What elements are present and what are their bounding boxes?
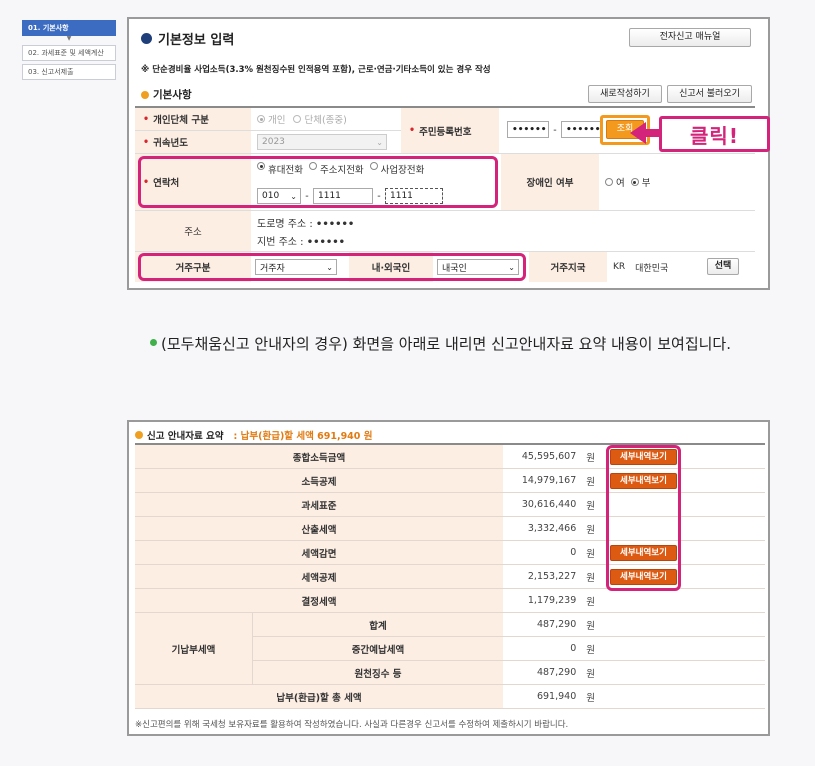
summary-title: 신고 안내자료 요약 : 납부(환급)할 세액 691,940 원 bbox=[135, 428, 372, 442]
nation-select[interactable]: 내국인 ⌄ bbox=[437, 259, 519, 275]
radio-disabled-no[interactable] bbox=[630, 178, 639, 186]
type-radio-group: 개인 단체(종중) bbox=[251, 108, 401, 130]
table-row: 원천징수 등 487,290 원 bbox=[253, 661, 765, 685]
table-row: 결정세액 1,179,239 원 bbox=[135, 589, 765, 613]
group-label: 기납부세액 bbox=[135, 613, 253, 684]
section-title-text: 기본사항 bbox=[153, 89, 192, 101]
phone-last-input[interactable]: 1111 bbox=[385, 188, 443, 204]
new-write-button[interactable]: 새로작성하기 bbox=[588, 85, 662, 103]
summary-total: : 납부(환급)할 세액 691,940 원 bbox=[233, 431, 373, 442]
table-row: 과세표준 30,616,440 원 bbox=[135, 493, 765, 517]
summary-table: 종합소득금액 45,595,607 원 세부내역보기 소득공제 14,979,16… bbox=[135, 443, 765, 709]
detail-button[interactable]: 세부내역보기 bbox=[610, 545, 677, 561]
bullet-circle-icon bbox=[135, 431, 143, 439]
table-row: 산출세액 3,332,466 원 bbox=[135, 517, 765, 541]
radio-business-phone[interactable] bbox=[369, 162, 378, 170]
radio-disabled-yes[interactable] bbox=[605, 178, 613, 186]
address-block: 도로명 주소 : •••••• 지번 주소 : •••••• bbox=[251, 211, 755, 251]
ssn-front-input[interactable]: •••••• bbox=[507, 121, 549, 138]
table-row: 세액감면 0원 세부내역보기 bbox=[135, 541, 765, 565]
bullet-dot-icon bbox=[150, 339, 157, 346]
table-row: 소득공제 14,979,167 원 세부내역보기 bbox=[135, 469, 765, 493]
arrow-left-icon bbox=[630, 122, 646, 144]
table-row: 납부(환급)할 총 세액 691,940 원 bbox=[135, 685, 765, 709]
notice-text: ※ 단순경비율 사업소득(3.3% 원천징수된 인적용역 포함), 근로·연금·… bbox=[141, 65, 491, 75]
table-row: 세액공제 2,153,227 원 세부내역보기 bbox=[135, 565, 765, 589]
chevron-down-icon: ▼ bbox=[66, 35, 72, 42]
detail-button[interactable]: 세부내역보기 bbox=[610, 449, 677, 465]
phone-middle-input[interactable]: 1111 bbox=[313, 188, 373, 204]
bullet-circle-icon bbox=[141, 33, 152, 44]
ssn-back-input[interactable]: •••••• bbox=[561, 121, 603, 138]
detail-button[interactable]: 세부내역보기 bbox=[610, 473, 677, 489]
year-label: • 귀속년도 bbox=[135, 131, 251, 153]
nation-label: 내·외국인 bbox=[349, 252, 433, 282]
type-label: • 개인단체 구분 bbox=[135, 108, 251, 130]
contact-label: • 연락처 bbox=[135, 154, 251, 210]
radio-individual[interactable] bbox=[257, 115, 265, 123]
ssn-label: • 주민등록번호 bbox=[401, 108, 499, 153]
bullet-circle-icon bbox=[141, 90, 149, 99]
panel-title-text: 기본정보 입력 bbox=[158, 33, 235, 48]
basic-info-panel: 기본정보 입력 전자신고 매뉴얼 ※ 단순경비율 사업소득(3.3% 원천징수된… bbox=[127, 17, 770, 290]
table-row: 중간예납세액 0원 bbox=[253, 637, 765, 661]
load-return-button[interactable]: 신고서 불러오기 bbox=[667, 85, 752, 103]
residence-label: 거주구분 bbox=[135, 252, 251, 282]
disabled-radio-group: 여 부 bbox=[599, 154, 755, 210]
step-navigation: 01. 기본사항 ▼ 02. 과세표준 및 세액계산 03. 신고서제출 bbox=[22, 20, 116, 83]
step-submit[interactable]: 03. 신고서제출 bbox=[22, 64, 116, 80]
guide-text: (모두채움신고 안내자의 경우) 화면을 아래로 내리면 신고안내자료 요약 내… bbox=[161, 335, 731, 353]
country-select-button[interactable]: 선택 bbox=[707, 258, 739, 275]
radio-mobile[interactable] bbox=[257, 162, 265, 170]
address-label: 주소 bbox=[135, 211, 251, 251]
guide-paragraph: (모두채움신고 안내자의 경우) 화면을 아래로 내리면 신고안내자료 요약 내… bbox=[150, 330, 780, 358]
footnote: ※신고편의를 위해 국세청 보유자료를 활용하여 작성하였습니다. 사실과 다른… bbox=[135, 720, 569, 730]
radio-group-entity[interactable] bbox=[293, 115, 302, 123]
detail-button[interactable]: 세부내역보기 bbox=[610, 569, 677, 585]
section-title: 기본사항 bbox=[141, 87, 192, 102]
summary-panel: 신고 안내자료 요약 : 납부(환급)할 세액 691,940 원 종합소득금액… bbox=[127, 420, 770, 736]
disabled-label: 장애인 여부 bbox=[501, 154, 599, 210]
year-select[interactable]: 2023 ⌄ bbox=[257, 134, 387, 150]
manual-button[interactable]: 전자신고 매뉴얼 bbox=[629, 28, 751, 47]
phone-prefix-select[interactable]: 010 ⌄ bbox=[257, 188, 301, 204]
step-basic-info[interactable]: 01. 기본사항 bbox=[22, 20, 116, 36]
step-tax-calculation[interactable]: 02. 과세표준 및 세액계산 bbox=[22, 45, 116, 61]
country-label: 거주지국 bbox=[529, 252, 607, 282]
table-row: 합계 487,290 원 bbox=[253, 613, 765, 637]
radio-home-phone[interactable] bbox=[308, 162, 317, 170]
panel-title: 기본정보 입력 bbox=[141, 29, 234, 48]
residence-select[interactable]: 거주자 ⌄ bbox=[255, 259, 337, 275]
click-callout: 클릭! bbox=[659, 116, 770, 152]
table-row: 종합소득금액 45,595,607 원 세부내역보기 bbox=[135, 445, 765, 469]
